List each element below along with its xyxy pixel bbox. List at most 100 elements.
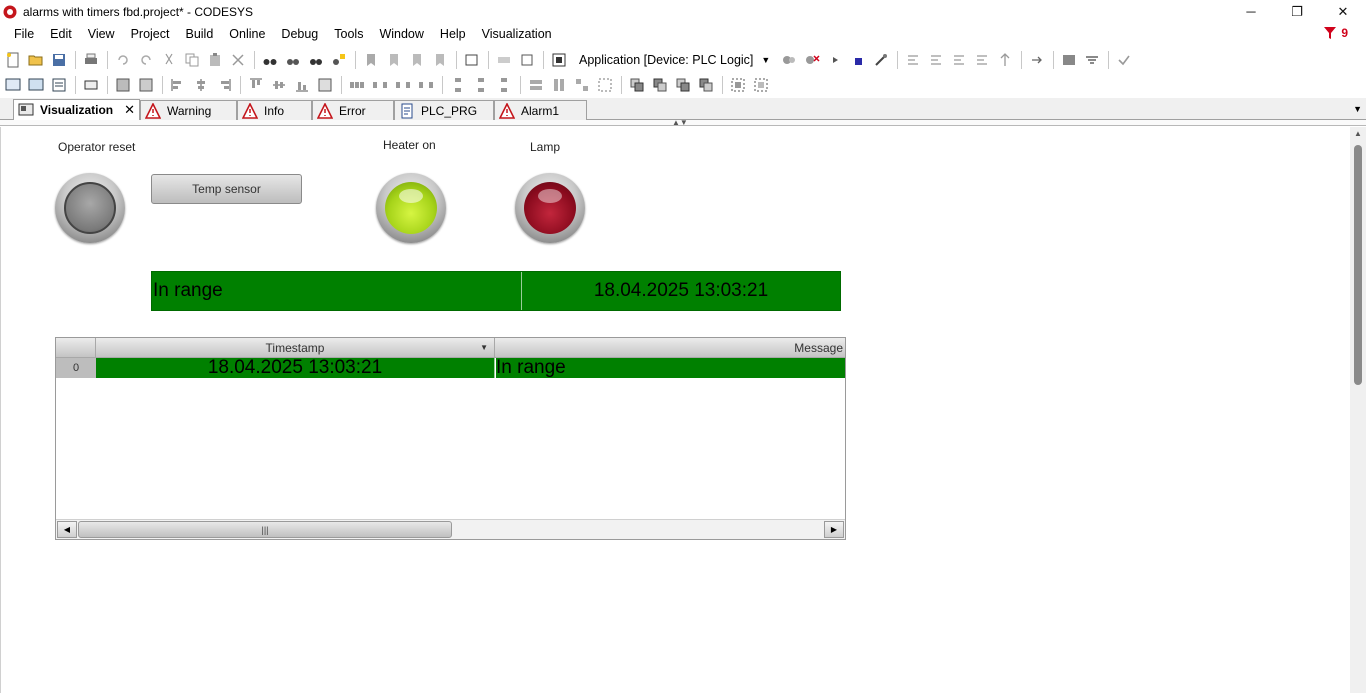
select-all-button[interactable]	[750, 75, 772, 95]
send-to-back-button[interactable]	[695, 75, 717, 95]
align-left-button[interactable]	[167, 75, 189, 95]
bring-forward-button[interactable]	[649, 75, 671, 95]
scroll-right-icon[interactable]: ▶	[824, 521, 844, 538]
vertical-scrollbar[interactable]: ▲	[1350, 127, 1366, 693]
table-row[interactable]: 0 18.04.2025 13:03:21 In range	[56, 357, 845, 378]
redo-button[interactable]	[135, 50, 157, 70]
clipboard-button[interactable]	[461, 50, 483, 70]
menu-visualization[interactable]: Visualization	[474, 23, 560, 46]
distribute-horizontal-4-button[interactable]	[415, 75, 437, 95]
set-next-statement-button[interactable]	[994, 50, 1016, 70]
menu-window[interactable]: Window	[371, 23, 431, 46]
undo-button[interactable]	[112, 50, 134, 70]
find-next-button[interactable]	[282, 50, 304, 70]
print-button[interactable]	[80, 50, 102, 70]
tab-error[interactable]: Error	[312, 100, 394, 120]
bookmark-button[interactable]	[360, 50, 382, 70]
ungroup-button[interactable]	[135, 75, 157, 95]
distribute-vertical-2-button[interactable]	[470, 75, 492, 95]
stop-button[interactable]	[847, 50, 869, 70]
delete-button[interactable]	[227, 50, 249, 70]
editor-splitter[interactable]: ▲▼	[0, 118, 1366, 127]
make-same-size-2-button[interactable]	[594, 75, 616, 95]
align-top-button[interactable]	[245, 75, 267, 95]
menu-help[interactable]: Help	[432, 23, 474, 46]
send-backward-button[interactable]	[672, 75, 694, 95]
menu-debug[interactable]: Debug	[273, 23, 326, 46]
tab-plc-prg[interactable]: PLC_PRG	[394, 100, 494, 120]
step-over-button[interactable]	[902, 50, 924, 70]
align-center-button[interactable]	[190, 75, 212, 95]
frame-button[interactable]	[80, 75, 102, 95]
alarm-notification[interactable]: 9	[1323, 26, 1348, 40]
menu-tools[interactable]: Tools	[326, 23, 371, 46]
menu-project[interactable]: Project	[123, 23, 178, 46]
tab-alarm1[interactable]: Alarm1	[494, 100, 587, 120]
column-header-message[interactable]: Message	[496, 338, 845, 358]
horizontal-scrollbar[interactable]: ◀ ||| ▶	[56, 519, 845, 539]
minimize-button[interactable]: ─	[1228, 0, 1274, 23]
show-current-statement-button[interactable]	[1026, 50, 1048, 70]
generate-code-button[interactable]	[516, 50, 538, 70]
tab-visualization[interactable]: Visualization ✕	[13, 99, 140, 120]
menu-view[interactable]: View	[80, 23, 123, 46]
scroll-left-icon[interactable]: ◀	[57, 521, 77, 538]
visualization-preview-button[interactable]	[2, 75, 24, 95]
build-button[interactable]	[493, 50, 515, 70]
open-project-button[interactable]	[25, 50, 47, 70]
group-button[interactable]	[112, 75, 134, 95]
run-to-cursor-button[interactable]	[971, 50, 993, 70]
close-icon[interactable]: ✕	[124, 102, 135, 118]
cut-button[interactable]	[158, 50, 180, 70]
force-values-button[interactable]	[1058, 50, 1080, 70]
distribute-horizontal-3-button[interactable]	[392, 75, 414, 95]
login-button[interactable]	[778, 50, 800, 70]
bring-to-front-button[interactable]	[626, 75, 648, 95]
distribute-vertical-button[interactable]	[447, 75, 469, 95]
logout-button[interactable]	[801, 50, 823, 70]
tab-info[interactable]: Info	[237, 100, 312, 120]
temp-sensor-button[interactable]: Temp sensor	[151, 174, 302, 204]
tab-list-dropdown-icon[interactable]: ▼	[1353, 104, 1362, 114]
restore-button[interactable]: ❐	[1274, 0, 1320, 23]
same-size-button[interactable]	[314, 75, 336, 95]
paste-button[interactable]	[204, 50, 226, 70]
scrollbar-thumb[interactable]	[1354, 145, 1362, 385]
check-button[interactable]	[1113, 50, 1135, 70]
step-into-button[interactable]	[925, 50, 947, 70]
save-button[interactable]	[48, 50, 70, 70]
menu-online[interactable]: Online	[221, 23, 273, 46]
make-same-width-button[interactable]	[525, 75, 547, 95]
distribute-horizontal-button[interactable]	[346, 75, 368, 95]
device-settings-button[interactable]	[548, 50, 570, 70]
copy-button[interactable]	[181, 50, 203, 70]
tab-warning[interactable]: Warning	[140, 100, 237, 120]
make-same-height-button[interactable]	[548, 75, 570, 95]
distribute-vertical-3-button[interactable]	[493, 75, 515, 95]
align-right-button[interactable]	[213, 75, 235, 95]
menu-build[interactable]: Build	[177, 23, 221, 46]
scroll-up-icon[interactable]: ▲	[1354, 129, 1362, 138]
replace-button[interactable]	[328, 50, 350, 70]
menu-file[interactable]: File	[0, 23, 42, 46]
write-values-button[interactable]	[1081, 50, 1103, 70]
previous-bookmark-button[interactable]	[406, 50, 428, 70]
interface-editor-button[interactable]	[25, 75, 47, 95]
column-header-timestamp[interactable]: Timestamp ▼	[96, 338, 495, 358]
align-bottom-button[interactable]	[291, 75, 313, 95]
find-previous-button[interactable]	[305, 50, 327, 70]
find-button[interactable]	[259, 50, 281, 70]
clear-bookmarks-button[interactable]	[429, 50, 451, 70]
element-list-button[interactable]	[48, 75, 70, 95]
start-button[interactable]	[824, 50, 846, 70]
background-button[interactable]	[727, 75, 749, 95]
menu-edit[interactable]: Edit	[42, 23, 80, 46]
make-same-size-button[interactable]	[571, 75, 593, 95]
scrollbar-thumb[interactable]: |||	[78, 521, 452, 538]
active-application-select[interactable]: Application [Device: PLC Logic] ▼	[575, 50, 774, 70]
step-out-button[interactable]	[948, 50, 970, 70]
align-middle-button[interactable]	[268, 75, 290, 95]
next-bookmark-button[interactable]	[383, 50, 405, 70]
distribute-horizontal-2-button[interactable]	[369, 75, 391, 95]
close-button[interactable]: ✕	[1320, 0, 1366, 23]
